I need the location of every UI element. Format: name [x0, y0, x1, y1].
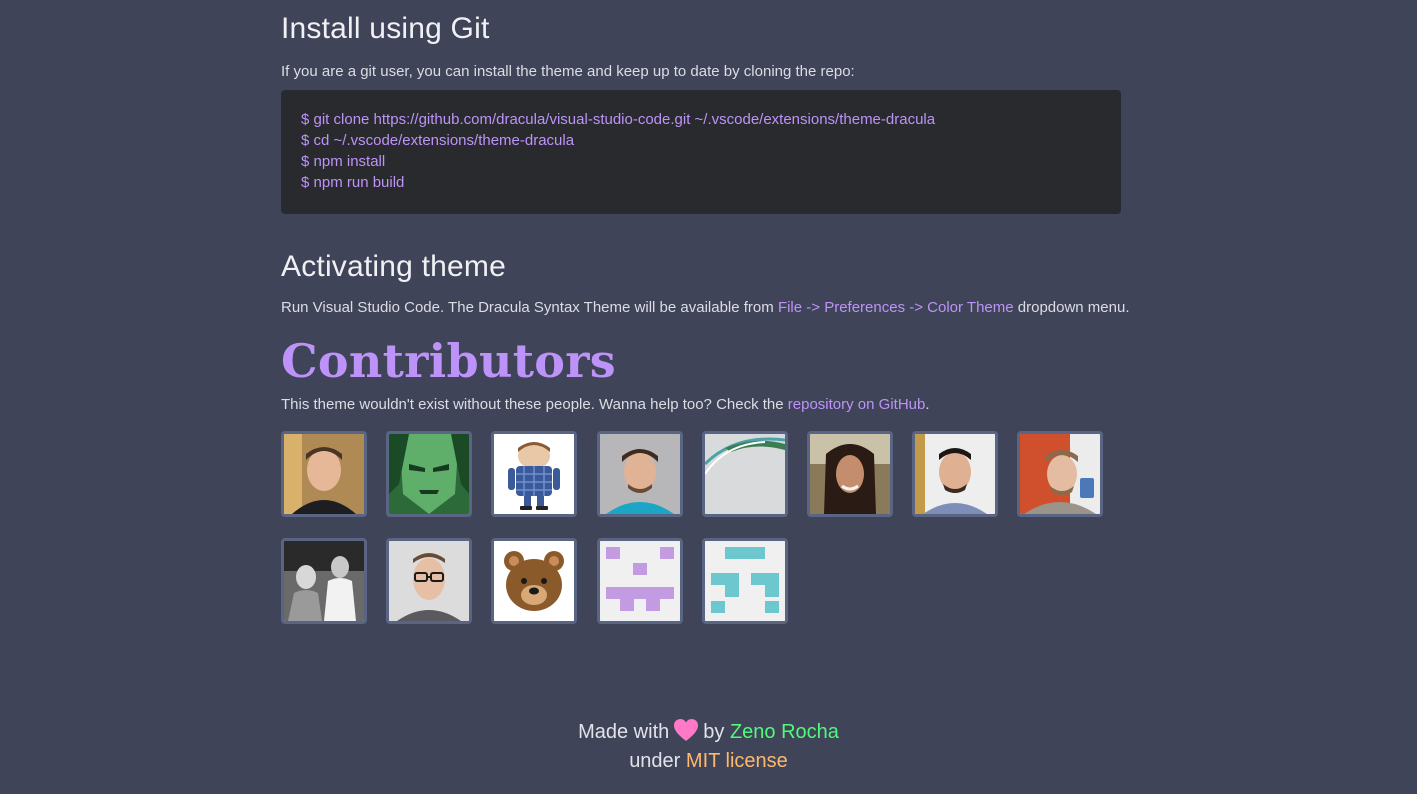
- color-theme-link[interactable]: File -> Preferences -> Color Theme: [778, 299, 1014, 316]
- contributor-avatar[interactable]: [386, 538, 472, 624]
- made-with-text: Made with: [578, 721, 670, 743]
- code-line: $ git clone https://github.com/dracula/v…: [301, 111, 936, 128]
- contributors-text: This theme wouldn't exist without these …: [281, 396, 930, 413]
- avatar-photo-icon: [284, 434, 364, 514]
- by-text: by: [703, 721, 725, 743]
- page: Install using Git If you are a git user,…: [0, 0, 1417, 794]
- contributor-avatar[interactable]: [702, 538, 788, 624]
- contributor-avatar[interactable]: [386, 431, 472, 517]
- contributor-avatar[interactable]: [702, 431, 788, 517]
- contributor-avatar[interactable]: [807, 431, 893, 517]
- contributor-avatar[interactable]: [1017, 431, 1103, 517]
- license-link[interactable]: MIT license: [686, 750, 788, 772]
- bear-emoji-icon: [494, 541, 574, 621]
- install-intro: If you are a git user, you can install t…: [281, 63, 855, 80]
- install-heading: Install using Git: [281, 12, 490, 45]
- activating-text: Run Visual Studio Code. The Dracula Synt…: [281, 299, 1130, 316]
- contributors-text-after: .: [925, 396, 930, 413]
- github-repo-link[interactable]: repository on GitHub: [788, 396, 926, 413]
- avatar-photo-icon: [389, 434, 469, 514]
- avatar-photo-icon: [915, 434, 995, 514]
- activating-text-before: Run Visual Studio Code. The Dracula Synt…: [281, 299, 778, 316]
- avatar-photo-icon: [1020, 434, 1100, 514]
- author-link[interactable]: Zeno Rocha: [730, 721, 839, 743]
- heart-icon: [673, 718, 699, 748]
- contributor-avatar[interactable]: [597, 431, 683, 517]
- avatar-photo-icon: [389, 541, 469, 621]
- contributor-avatar[interactable]: [491, 431, 577, 517]
- contributor-avatar[interactable]: [281, 431, 367, 517]
- code-block[interactable]: $ git clone https://github.com/dracula/v…: [281, 90, 1121, 214]
- avatar-photo-icon: [810, 434, 890, 514]
- footer-made-with: Made with by Zeno Rocha: [0, 718, 1417, 748]
- identicon-icon: [600, 541, 680, 621]
- under-text: under: [629, 750, 681, 772]
- contributors-text-before: This theme wouldn't exist without these …: [281, 396, 788, 413]
- contributor-avatar[interactable]: [597, 538, 683, 624]
- avatar-photo-icon: [284, 541, 364, 621]
- contributor-avatar[interactable]: [491, 538, 577, 624]
- activating-heading: Activating theme: [281, 250, 506, 283]
- contributors-heading: Contributors: [281, 334, 616, 388]
- activating-text-after: dropdown menu.: [1013, 299, 1130, 316]
- contributor-avatar[interactable]: [281, 538, 367, 624]
- code-line: $ npm run build: [301, 174, 405, 191]
- identicon-icon: [705, 541, 785, 621]
- footer-license: under MIT license: [0, 750, 1417, 773]
- avatar-photo-icon: [600, 434, 680, 514]
- code-line: $ npm install: [301, 153, 386, 170]
- avatar-photo-icon: [705, 434, 785, 514]
- code-line: $ cd ~/.vscode/extensions/theme-dracula: [301, 132, 575, 149]
- android-avatar-icon: [494, 434, 574, 514]
- contributor-avatar[interactable]: [912, 431, 998, 517]
